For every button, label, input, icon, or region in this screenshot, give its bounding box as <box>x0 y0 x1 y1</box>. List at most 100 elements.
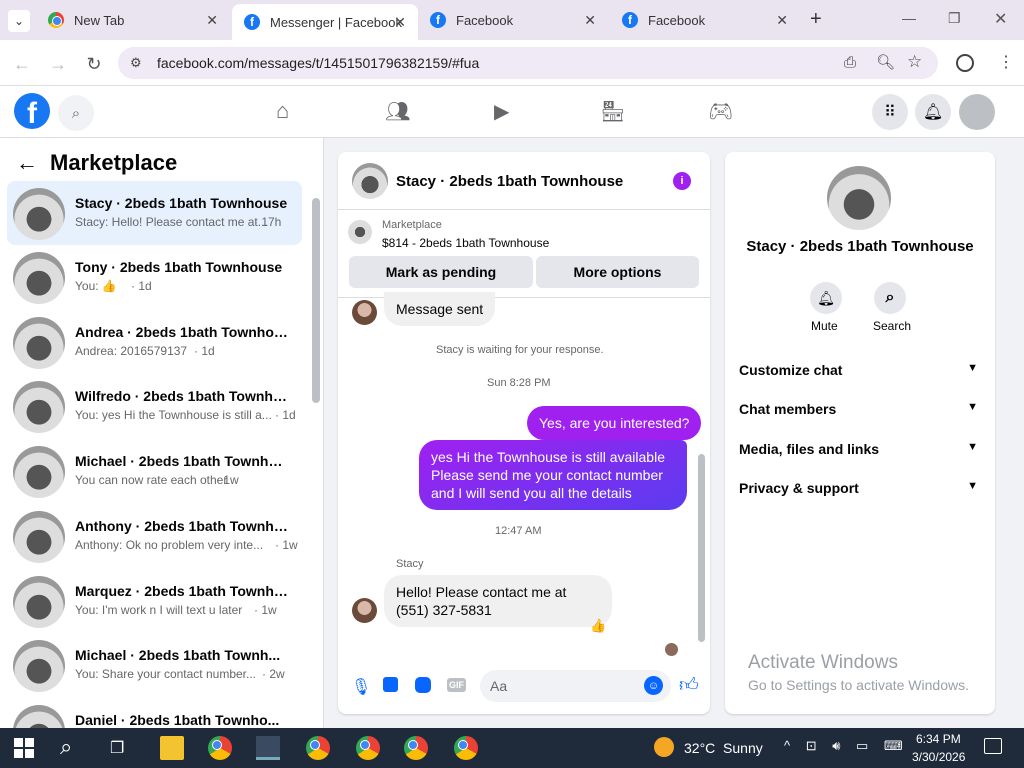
file-explorer-icon[interactable] <box>160 736 184 760</box>
tab-new-tab[interactable]: New Tab ✕ <box>36 0 230 40</box>
windows-start-icon[interactable] <box>14 738 34 758</box>
chat-header-name[interactable]: Stacy · 2beds 1bath Townhouse <box>396 173 623 190</box>
account-avatar[interactable] <box>959 94 995 130</box>
install-app-icon[interactable]: ⎙ <box>844 54 856 71</box>
clock-date[interactable]: 3/30/2026 <box>912 750 965 764</box>
conversation-item[interactable]: Wilfredo · 2beds 1bath Townhou... You: ye… <box>7 374 302 438</box>
profile-icon[interactable] <box>956 54 974 72</box>
section-label: Media, files and links <box>739 441 880 457</box>
conversation-name: Anthony · 2beds 1bath Townhou... <box>75 518 290 534</box>
listing-thumbnail[interactable] <box>348 220 372 244</box>
facebook-icon: f <box>430 12 446 28</box>
section-privacy-support[interactable]: Privacy & support ▼ <box>739 480 984 496</box>
new-tab-button[interactable]: + <box>810 8 822 31</box>
photo-icon[interactable] <box>383 677 398 692</box>
task-view-icon[interactable]: ❐ <box>110 738 124 758</box>
chrome-icon[interactable] <box>356 736 380 760</box>
search-label: Search <box>873 319 912 333</box>
scrollbar[interactable] <box>698 454 705 642</box>
tab-facebook-1[interactable]: f Facebook ✕ <box>418 0 608 40</box>
profile-avatar[interactable] <box>827 166 891 230</box>
chrome-icon[interactable] <box>404 736 428 760</box>
section-label: Chat members <box>739 401 837 417</box>
gaming-icon[interactable]: 🎮︎ <box>708 99 733 124</box>
conversation-item[interactable]: Andrea · 2beds 1bath Townhouse Andrea: 20… <box>7 310 302 374</box>
tab-close-icon[interactable]: ✕ <box>776 12 788 29</box>
conversation-name: Marquez · 2beds 1bath Townho... <box>75 583 290 599</box>
video-icon[interactable]: ▶ <box>494 99 509 124</box>
search-icon[interactable]: ⌕ <box>874 282 906 314</box>
info-icon[interactable]: i <box>673 172 691 190</box>
section-media-files-links[interactable]: Media, files and links ▼ <box>739 441 984 457</box>
search-icon[interactable]: ⌕ <box>58 95 94 131</box>
reload-icon[interactable]: ↻ <box>82 52 106 76</box>
back-arrow-icon[interactable]: ← <box>16 150 38 176</box>
conversation-item[interactable]: Stacy · 2beds 1bath Townhouse Stacy: Hell… <box>7 181 302 245</box>
notifications-icon[interactable] <box>984 738 1002 754</box>
outgoing-message[interactable]: Yes, are you interested? <box>527 406 702 440</box>
back-arrow-icon[interactable]: ← <box>10 52 34 76</box>
outgoing-message[interactable]: yes Hi the Townhouse is still available … <box>419 440 687 510</box>
zoom-icon[interactable]: 🔍︎ <box>876 53 895 71</box>
conversation-item[interactable]: Anthony · 2beds 1bath Townhou... Anthony:… <box>7 504 302 568</box>
chrome-icon[interactable] <box>306 736 330 760</box>
chevron-down-icon: ▼ <box>967 401 978 413</box>
weather-text[interactable]: 32°C Sunny <box>684 740 763 756</box>
contact-avatar[interactable] <box>352 300 377 325</box>
restore-icon[interactable]: ❐ <box>948 10 961 27</box>
minimize-icon[interactable]: — <box>902 10 916 26</box>
url-text[interactable]: facebook.com/messages/t/1451501796382159… <box>157 55 479 71</box>
more-options-button[interactable]: More options <box>536 256 699 288</box>
mark-as-pending-button[interactable]: Mark as pending <box>349 256 533 288</box>
tab-messenger[interactable]: f Messenger | Facebook ✕ <box>232 4 418 40</box>
tab-close-icon[interactable]: ✕ <box>206 12 218 29</box>
tray-icons[interactable]: ^ ⊡ 🔊︎ ▭ ⌨ <box>784 738 909 754</box>
scrollbar[interactable] <box>312 198 320 403</box>
section-customize-chat[interactable]: Customize chat ▼ <box>739 362 984 378</box>
window-close-icon[interactable]: ✕ <box>994 9 1007 29</box>
emoji-icon[interactable]: ☺ <box>644 676 663 695</box>
listing-title[interactable]: $814 - 2beds 1bath Townhouse <box>382 236 549 250</box>
sticker-icon[interactable] <box>415 677 431 693</box>
taskbar-search-icon[interactable]: ⌕ <box>60 734 72 760</box>
conversation-preview: You: Share your contact number... <box>75 667 257 681</box>
conversation-item[interactable]: Michael · 2beds 1bath Townhouse You can n… <box>7 439 302 503</box>
forward-arrow-icon[interactable]: → <box>46 52 70 76</box>
message-input[interactable]: Aa ☺ <box>480 670 671 702</box>
weather-sun-icon[interactable] <box>654 737 674 757</box>
bookmark-star-icon[interactable]: ☆ <box>907 52 922 72</box>
mute-bell-icon[interactable]: 🔔︎ <box>810 282 842 314</box>
conversation-time: · 1d <box>194 344 215 358</box>
like-thumbs-up-icon[interactable]: 👍︎ <box>679 674 699 697</box>
home-icon[interactable]: ⌂ <box>276 98 289 124</box>
chat-header-avatar[interactable] <box>352 163 388 199</box>
clock-time[interactable]: 6:34 PM <box>916 732 961 746</box>
conversation-preview: Stacy: Hello! Please contact me at... <box>75 215 268 229</box>
tab-close-icon[interactable]: ✕ <box>394 14 406 31</box>
incoming-message[interactable]: Hello! Please contact me at (551) 327-58… <box>384 575 612 627</box>
tab-close-icon[interactable]: ✕ <box>584 12 596 29</box>
facebook-logo[interactable]: f <box>14 93 50 130</box>
tab-title: Messenger | Facebook <box>270 14 402 30</box>
tab-title: Facebook <box>456 12 514 28</box>
chrome-icon[interactable] <box>454 736 478 760</box>
section-chat-members[interactable]: Chat members ▼ <box>739 401 984 417</box>
browser-menu-icon[interactable]: ⋮ <box>998 52 1014 72</box>
menu-grid-icon[interactable]: ⠿ <box>872 94 908 130</box>
microphone-icon[interactable]: 🎙︎ <box>351 677 371 697</box>
friends-icon[interactable]: 👥︎ <box>385 99 410 124</box>
reaction-emoji[interactable]: 👍 <box>590 618 606 634</box>
notifications-bell-icon[interactable]: 🔔︎ <box>915 94 951 130</box>
conversation-item[interactable]: Tony · 2beds 1bath Townhouse You: 👍 · 1d <box>7 245 302 309</box>
marketplace-icon[interactable]: 🏪︎ <box>600 99 625 124</box>
conversation-item[interactable]: Marquez · 2beds 1bath Townho... You: I'm … <box>7 569 302 633</box>
conversation-item[interactable]: Michael · 2beds 1bath Townh... You: Share… <box>7 633 302 697</box>
conversation-name: Andrea · 2beds 1bath Townhouse <box>75 324 290 340</box>
tab-search-button[interactable]: ⌄ <box>8 10 30 32</box>
app-icon[interactable] <box>256 736 280 760</box>
tab-facebook-2[interactable]: f Facebook ✕ <box>610 0 800 40</box>
contact-avatar[interactable] <box>352 598 377 623</box>
chrome-icon[interactable] <box>208 736 232 760</box>
site-info-icon[interactable]: ⚙ <box>130 55 142 71</box>
gif-icon[interactable]: GIF <box>447 678 466 692</box>
